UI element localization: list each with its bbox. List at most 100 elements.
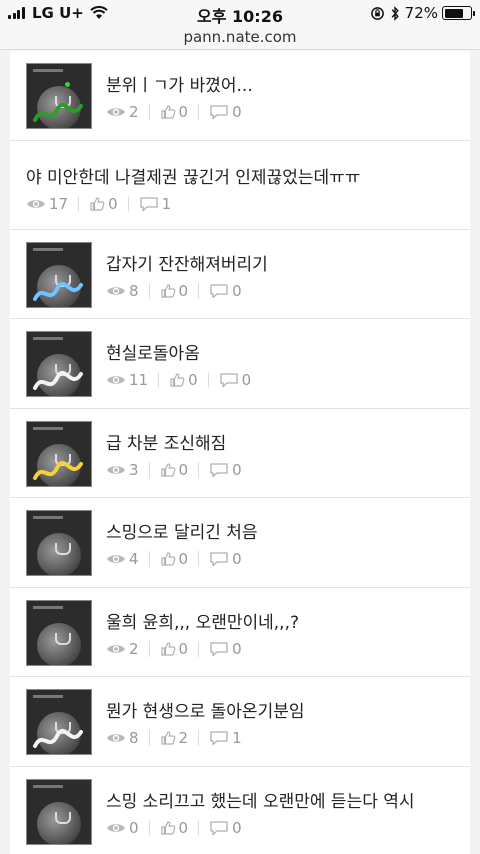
thumbs-up-icon — [160, 105, 175, 119]
like-count: 0 — [89, 195, 118, 213]
view-count-value: 11 — [129, 371, 149, 389]
like-count: 0 — [169, 371, 198, 389]
post-title[interactable]: 스밍으로 달리긴 처음 — [106, 518, 258, 543]
post-thumbnail — [26, 778, 92, 845]
eye-icon — [107, 376, 125, 384]
view-count-value: 4 — [129, 550, 139, 568]
post-title[interactable]: 뭔가 현생으로 돌아온기분임 — [106, 697, 305, 722]
post-item[interactable]: 야 미안한데 나결제권 끊긴거 인제끊었는데ㅠㅠ 17 0 1 — [10, 140, 470, 230]
comment-icon — [210, 820, 228, 835]
post-item[interactable]: 스밍 소리끄고 했는데 오랜만에 듣는다 역시 0 0 0 — [10, 766, 470, 854]
post-meta: 11 0 0 — [106, 371, 251, 389]
post-thumbnail — [26, 599, 92, 666]
comment-count-value: 0 — [232, 550, 242, 568]
like-count-value: 0 — [178, 281, 189, 300]
like-count-value: 2 — [178, 729, 189, 747]
post-meta: 8 2 1 — [106, 729, 242, 747]
comment-count-value: 0 — [232, 639, 242, 658]
post-title[interactable]: 갑자기 잔잔해져버리기 — [106, 250, 268, 275]
post-title[interactable]: 울희 윤희,,, 오랜만이네,,,? — [106, 608, 299, 633]
thumbs-up-icon — [170, 373, 185, 387]
like-count-value: 0 — [178, 639, 189, 658]
view-count-value: 17 — [49, 194, 69, 213]
view-count: 17 — [26, 195, 68, 213]
comment-count-value: 0 — [241, 371, 252, 389]
post-title[interactable]: 야 미안한데 나결제권 끊긴거 인제끊었는데ㅠㅠ — [26, 163, 360, 188]
post-item[interactable]: 급 차분 조신해짐 3 0 0 — [10, 408, 470, 498]
post-meta: 2 0 0 — [106, 103, 242, 121]
post-title[interactable]: 분위ㅣㄱ가 바꼈어... — [106, 71, 253, 96]
like-count-value: 0 — [178, 550, 189, 568]
comment-count: 0 — [209, 103, 242, 121]
thumbs-up-icon — [160, 820, 175, 835]
view-count: 2 — [106, 103, 139, 121]
url-bar[interactable]: pann.nate.com — [0, 28, 480, 50]
post-title[interactable]: 스밍 소리끄고 했는데 오랜만에 듣는다 역시 — [106, 787, 415, 812]
like-count-value: 0 — [178, 460, 189, 479]
view-count-value: 8 — [129, 281, 139, 300]
status-bar: LG U+ 오후 10:26 72% — [0, 0, 480, 28]
comment-count-value: 0 — [232, 818, 242, 837]
view-count: 2 — [106, 640, 139, 658]
comment-icon — [210, 641, 228, 656]
comment-count: 0 — [209, 819, 242, 837]
comment-count-value: 0 — [232, 281, 242, 300]
comment-icon — [219, 373, 238, 388]
battery-icon — [442, 6, 475, 20]
post-title[interactable]: 급 차분 조신해짐 — [106, 429, 226, 454]
view-count: 3 — [106, 461, 139, 479]
comment-icon — [210, 552, 228, 567]
post-title[interactable]: 현실로돌아옴 — [106, 339, 200, 364]
battery-percent: 72% — [404, 4, 438, 22]
view-count: 8 — [106, 729, 139, 747]
post-meta: 3 0 0 — [106, 461, 242, 479]
post-item[interactable]: 갑자기 잔잔해져버리기 8 0 0 — [10, 229, 470, 319]
like-count: 0 — [160, 460, 189, 479]
eye-icon — [107, 823, 125, 832]
view-count: 11 — [106, 371, 148, 389]
comment-count: 0 — [209, 640, 242, 658]
comment-count: 0 — [219, 371, 252, 389]
post-meta: 0 0 0 — [106, 819, 242, 837]
comment-count-value: 0 — [232, 103, 242, 121]
post-meta: 8 0 0 — [106, 282, 242, 300]
eye-icon — [107, 734, 125, 742]
thumbs-up-icon — [160, 552, 175, 566]
view-count-value: 8 — [129, 729, 139, 747]
eye-icon — [107, 644, 125, 653]
post-item[interactable]: 뭔가 현생으로 돌아온기분임 8 2 1 — [10, 677, 470, 767]
like-count: 2 — [160, 729, 189, 747]
post-thumbnail — [26, 510, 92, 576]
eye-icon — [107, 108, 125, 116]
post-item[interactable]: 분위ㅣㄱ가 바꼈어... 2 0 0 — [10, 51, 470, 141]
comment-count-value: 0 — [232, 460, 242, 479]
comment-icon — [210, 105, 228, 120]
view-count-value: 0 — [129, 818, 139, 837]
post-item[interactable]: 현실로돌아옴 11 0 0 — [10, 319, 470, 409]
post-thumbnail — [26, 420, 92, 487]
like-count: 0 — [160, 819, 188, 837]
like-count-value: 0 — [108, 194, 118, 213]
comment-count-value: 1 — [232, 729, 242, 747]
like-count-value: 0 — [188, 371, 198, 389]
bluetooth-icon — [391, 5, 399, 21]
comment-icon — [210, 283, 228, 298]
thumbs-up-icon — [160, 462, 175, 477]
eye-icon — [107, 465, 125, 474]
thumbs-up-icon — [160, 283, 175, 298]
post-thumbnail — [26, 241, 92, 308]
post-item[interactable]: 울희 윤희,,, 오랜만이네,,,? 2 0 0 — [10, 587, 470, 677]
status-right: 72% — [370, 4, 475, 22]
post-thumbnail — [26, 331, 92, 397]
comment-icon — [210, 731, 228, 746]
orientation-lock-icon — [370, 6, 384, 20]
eye-icon — [107, 555, 125, 563]
view-count: 0 — [106, 819, 139, 837]
view-count-value: 3 — [129, 460, 139, 479]
view-count-value: 2 — [129, 639, 139, 658]
like-count: 0 — [160, 103, 188, 121]
view-count: 8 — [106, 282, 139, 300]
post-item[interactable]: 스밍으로 달리긴 처음 4 0 0 — [10, 498, 470, 588]
post-list: 분위ㅣㄱ가 바꼈어... 2 0 0 야 미안한데 나결제권 끊긴거 인제끊었는… — [10, 51, 470, 854]
post-meta: 4 0 0 — [106, 550, 242, 568]
